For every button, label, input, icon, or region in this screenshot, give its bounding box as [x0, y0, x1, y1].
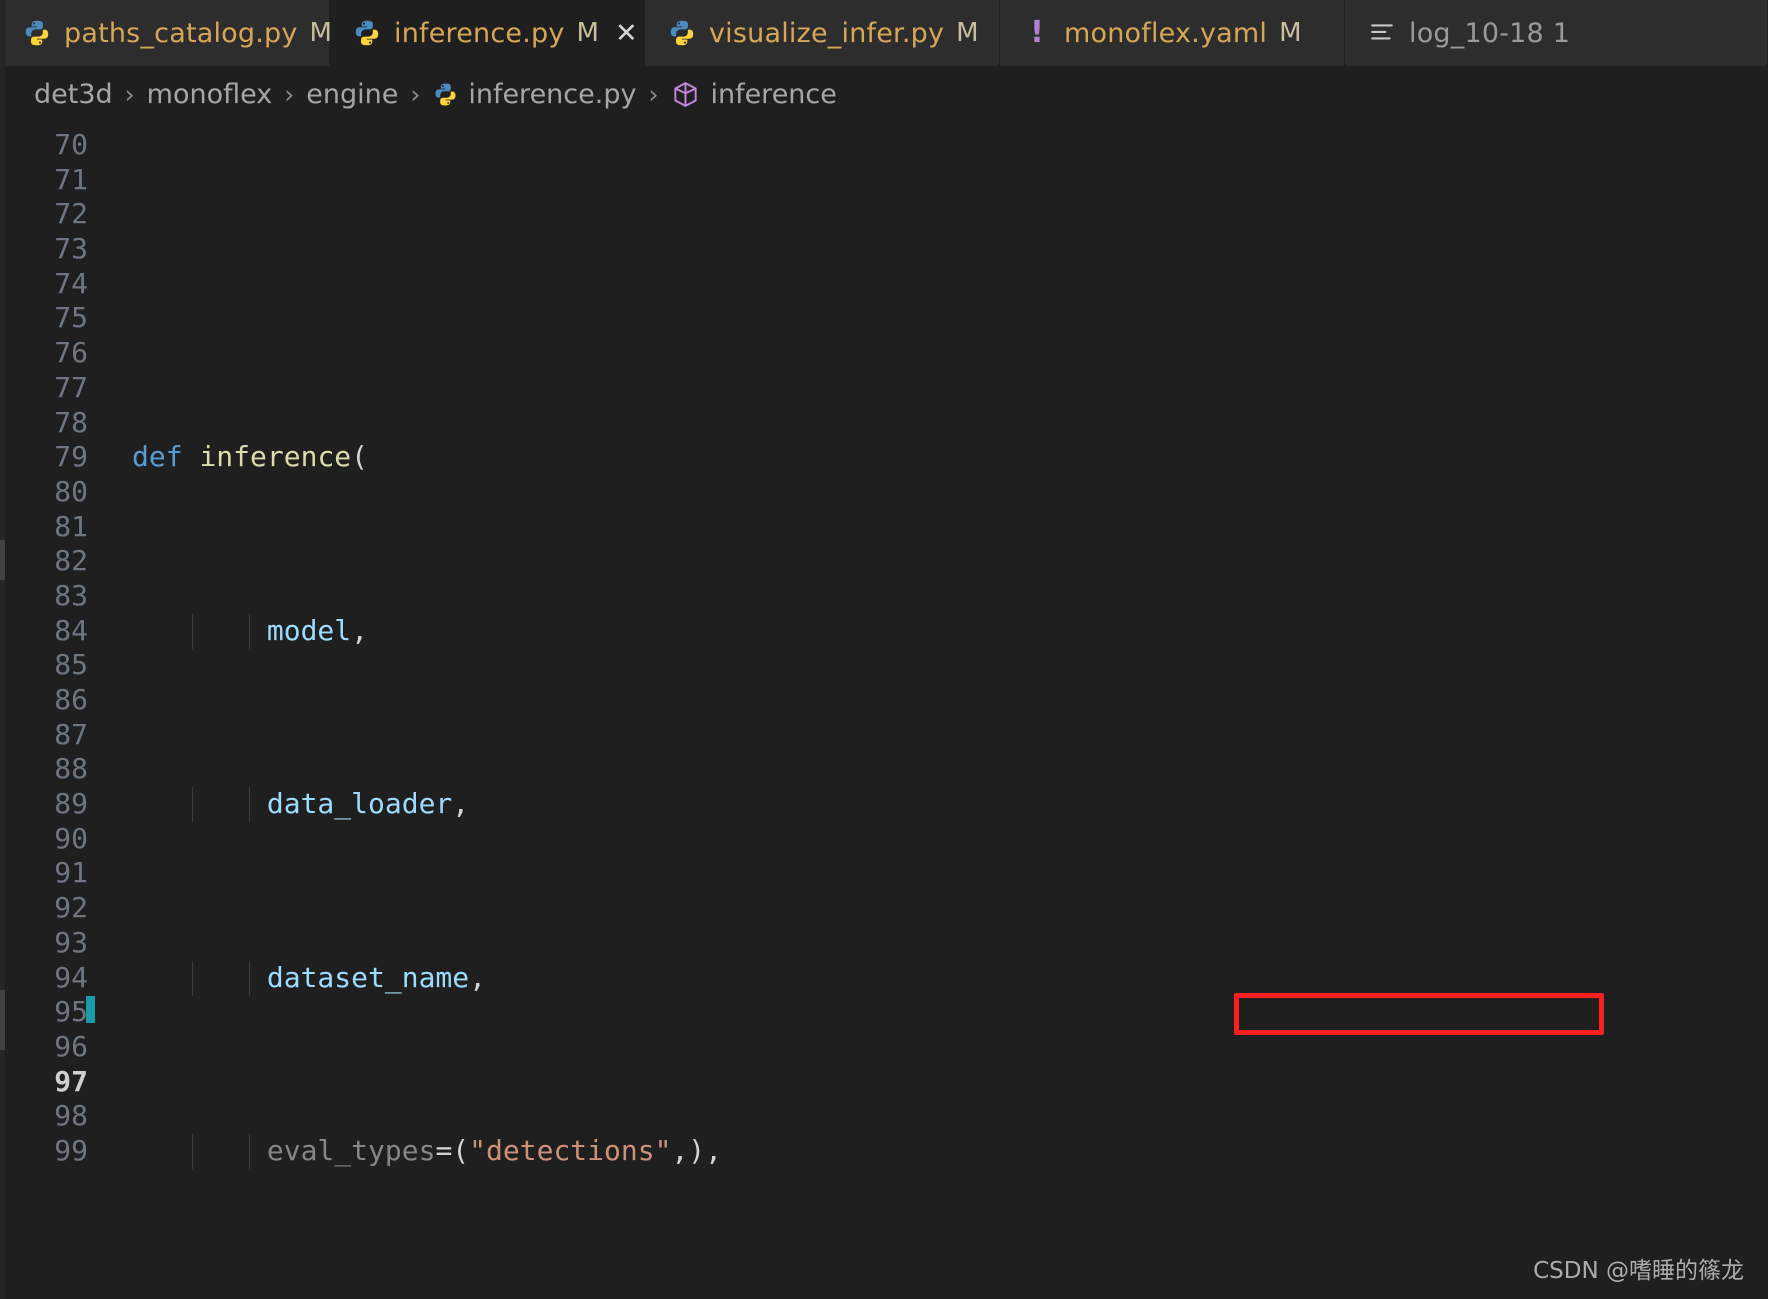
breadcrumb-separator-icon: ›	[124, 79, 135, 109]
breadcrumb-item-monoflex[interactable]: monoflex	[147, 79, 273, 110]
breadcrumb: det3d › monoflex › engine › inference.py…	[0, 66, 1768, 122]
code-line-75: eval_types=("detections",),	[130, 1134, 1768, 1169]
tab-monoflex-yaml[interactable]: ! monoflex.yaml M	[1000, 0, 1345, 66]
tab-modified-flag: M	[576, 18, 599, 48]
line-number: 96	[54, 1029, 88, 1063]
code-line-74: dataset_name,	[130, 960, 1768, 996]
close-icon[interactable]: ✕	[615, 18, 638, 49]
line-number: 85	[54, 648, 88, 682]
source-code: def inference( model, data_loader, datas…	[130, 128, 1768, 1299]
line-number: 88	[54, 752, 88, 786]
activity-bar-edge	[0, 0, 5, 1299]
line-number: 82	[54, 544, 88, 578]
code-line-72: model,	[130, 613, 1768, 649]
tab-modified-flag: M	[309, 18, 332, 48]
breadcrumb-separator-icon: ›	[410, 79, 421, 109]
log-file-icon	[1367, 18, 1397, 48]
line-number: 83	[54, 578, 88, 612]
line-number: 90	[54, 821, 88, 855]
tab-inference-py[interactable]: inference.py M ✕	[330, 0, 645, 66]
python-file-icon	[22, 18, 52, 48]
cursor-gutter-marker	[86, 996, 95, 1023]
tab-log-10-18[interactable]: log_10-18 1	[1345, 0, 1768, 66]
tab-label: visualize_infer.py	[709, 17, 945, 49]
breadcrumb-item-inference-method[interactable]: inference	[670, 78, 837, 110]
line-number: 84	[54, 613, 88, 647]
line-number: 75	[54, 301, 88, 335]
code-line-73: data_loader,	[130, 787, 1768, 822]
line-number: 72	[54, 197, 88, 231]
line-number: 70	[54, 128, 88, 161]
line-number: 80	[54, 474, 88, 508]
breadcrumb-separator-icon: ›	[648, 79, 659, 109]
line-number: 71	[54, 162, 88, 196]
code-editor[interactable]: 70 71 72 73 74 75 76 77 78 79 80 81 82 8…	[0, 122, 1768, 1299]
line-number: 92	[54, 891, 88, 925]
line-number: 74	[54, 266, 88, 300]
line-number-gutter: 70 71 72 73 74 75 76 77 78 79 80 81 82 8…	[0, 122, 130, 1299]
tab-label: monoflex.yaml	[1064, 17, 1268, 49]
tab-label: log_10-18 1	[1409, 17, 1571, 49]
line-number: 93	[54, 925, 88, 959]
breadcrumb-item-det3d[interactable]: det3d	[34, 79, 113, 110]
line-number: 78	[54, 405, 88, 439]
line-number: 86	[54, 683, 88, 716]
breadcrumb-item-inference-py[interactable]: inference.py	[432, 79, 636, 110]
code-line-71: def inference(	[132, 440, 369, 474]
breadcrumb-label: inference	[710, 78, 837, 110]
tab-label: inference.py	[394, 17, 565, 49]
vscode-window: paths_catalog.py M inference.py M ✕ visu	[0, 0, 1768, 1299]
python-file-icon	[352, 18, 382, 48]
editor-tab-bar: paths_catalog.py M inference.py M ✕ visu	[0, 0, 1768, 66]
line-number: 76	[54, 336, 88, 370]
code-content[interactable]: def inference( model, data_loader, datas…	[130, 122, 1768, 1299]
line-number: 79	[54, 440, 88, 474]
line-number: 81	[54, 509, 88, 543]
line-number: 94	[54, 960, 88, 994]
python-file-icon	[667, 18, 697, 48]
tab-visualize-infer-py[interactable]: visualize_infer.py M	[645, 0, 1000, 66]
line-number: 95	[54, 995, 88, 1029]
line-number: 98	[54, 1099, 88, 1133]
line-number: 89	[54, 787, 88, 821]
csdn-watermark: CSDN @嗜睡的篠龙	[1533, 1258, 1744, 1284]
line-number: 77	[54, 370, 88, 404]
breadcrumb-item-engine[interactable]: engine	[306, 79, 398, 110]
tab-label: paths_catalog.py	[64, 17, 298, 49]
line-number: 99	[54, 1133, 88, 1167]
tab-paths-catalog-py[interactable]: paths_catalog.py M	[0, 0, 332, 66]
python-file-icon	[432, 81, 458, 107]
method-symbol-icon	[670, 79, 700, 109]
tab-modified-flag: M	[956, 18, 979, 48]
line-number: 73	[54, 232, 88, 266]
tab-modified-flag: M	[1279, 18, 1302, 48]
yaml-file-icon: !	[1030, 15, 1044, 50]
breadcrumb-separator-icon: ›	[284, 79, 295, 109]
line-number: 91	[54, 856, 88, 890]
line-number: 87	[54, 717, 88, 751]
line-number-current: 97	[54, 1064, 88, 1098]
breadcrumb-label: inference.py	[468, 78, 637, 110]
